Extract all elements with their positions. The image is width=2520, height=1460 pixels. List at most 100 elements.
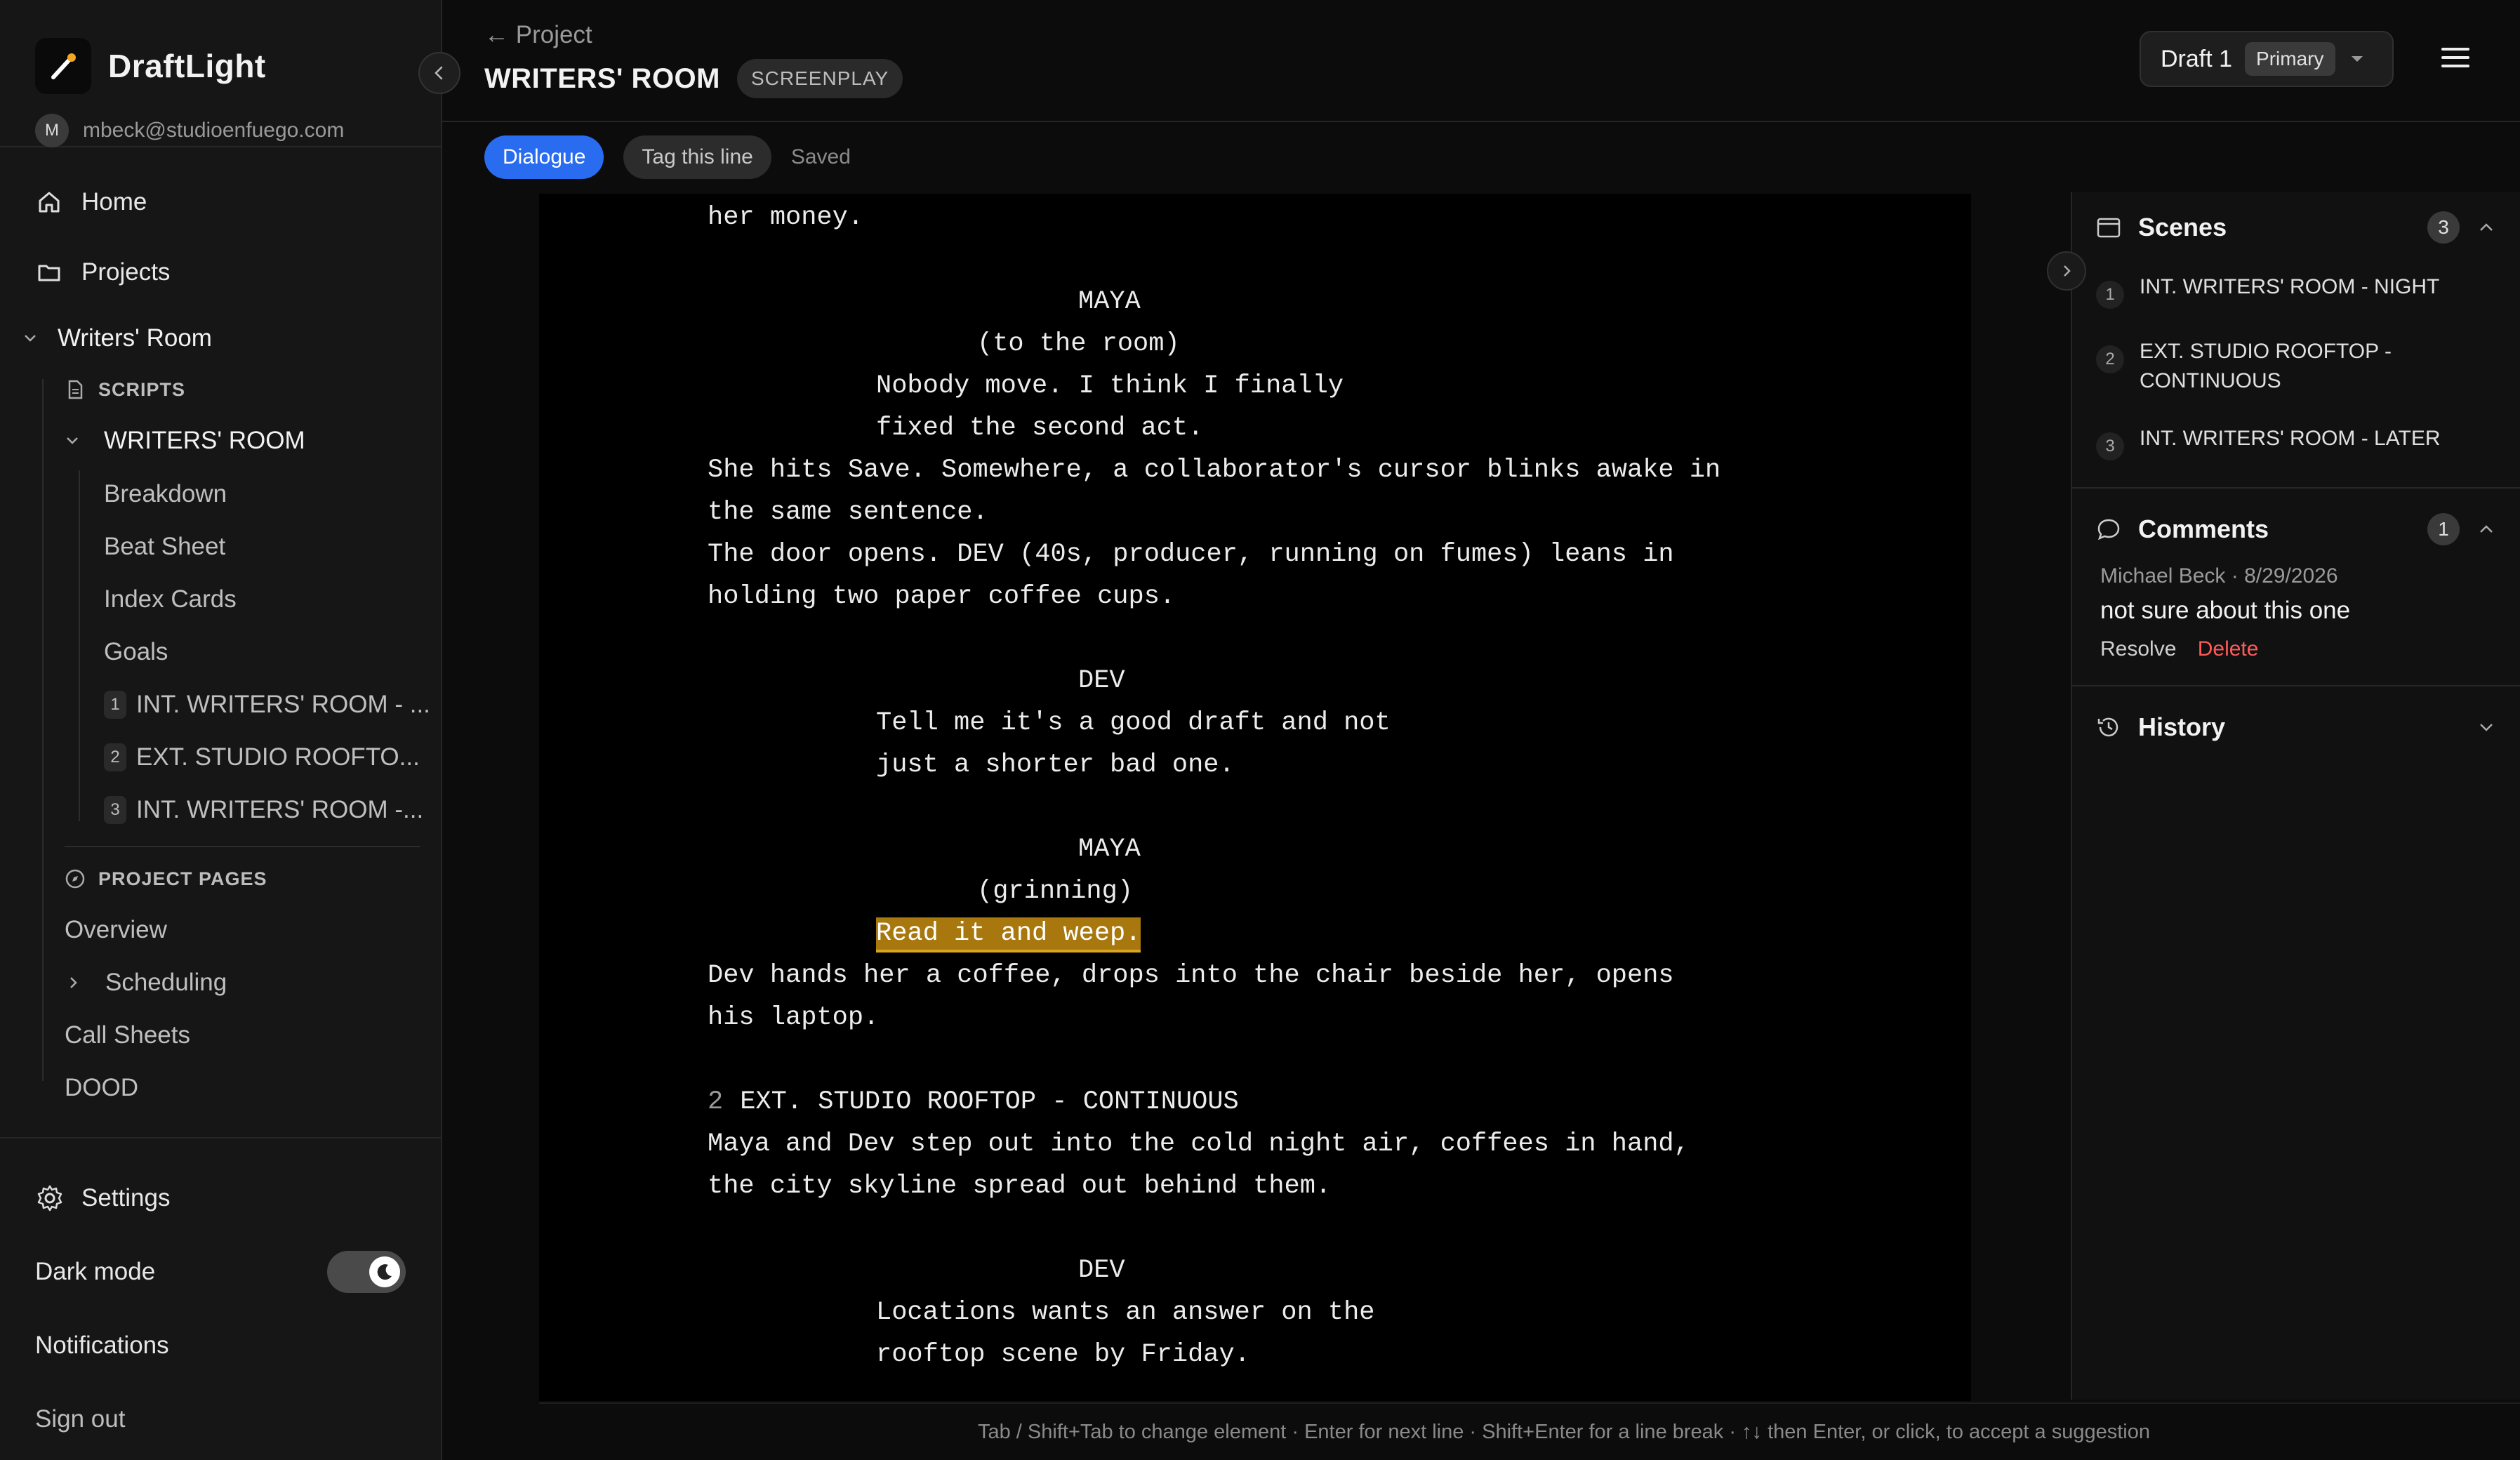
history-title: History xyxy=(2138,712,2226,741)
sidebar-item-beat-sheet[interactable]: Beat Sheet xyxy=(104,520,441,573)
sidebar-item-overview[interactable]: Overview xyxy=(65,903,441,956)
dialogue-line[interactable]: fixed the second act. xyxy=(708,407,1720,449)
settings-link[interactable]: Settings xyxy=(35,1161,406,1235)
scenes-section: Scenes 3 1 INT. WRITERS' ROOM - NIGHT 2 … xyxy=(2072,192,2520,489)
panel-scene-2[interactable]: 2 EXT. STUDIO ROOFTOP - CONTINUOUS xyxy=(2096,327,2495,406)
action-line[interactable]: The door opens. DEV (40s, producer, runn… xyxy=(708,533,1720,576)
history-header[interactable]: History xyxy=(2096,692,2495,762)
script-editor[interactable]: her money. MAYA (to the room) Nobody mov… xyxy=(539,194,1971,1401)
editor-toolbar: Dialogue Tag this line Saved xyxy=(442,122,2520,192)
sidebar-item-index-cards[interactable]: Index Cards xyxy=(104,573,441,625)
sidebar-item-scene-3[interactable]: 3 INT. WRITERS' ROOM -... xyxy=(104,783,441,836)
sidebar-item-home[interactable]: Home xyxy=(0,175,441,229)
history-section: History xyxy=(2072,692,2520,762)
dialogue-line[interactable]: rooftop scene by Friday. xyxy=(708,1334,1720,1376)
dialogue-line[interactable]: just a shorter bad one. xyxy=(708,744,1720,786)
chevron-left-icon xyxy=(435,66,443,80)
sign-out-link[interactable]: Sign out xyxy=(35,1382,406,1456)
character-line[interactable]: MAYA xyxy=(708,281,1720,323)
sidebar-item-goals[interactable]: Goals xyxy=(104,625,441,678)
app-name: DraftLight xyxy=(108,48,266,84)
sidebar-item-call-sheets[interactable]: Call Sheets xyxy=(65,1009,441,1061)
home-icon xyxy=(35,188,63,216)
scene-heading-line[interactable]: 2 EXT. STUDIO ROOFTOP - CONTINUOUS xyxy=(708,1081,1720,1123)
scene-number: 2 xyxy=(2096,345,2124,373)
dark-mode-toggle[interactable] xyxy=(327,1250,406,1293)
comment-meta: Michael Beck · 8/29/2026 xyxy=(2100,564,2338,588)
dialogue-line[interactable]: Locations wants an answer on the xyxy=(708,1292,1720,1334)
sidebar-item-scene-1[interactable]: 1 INT. WRITERS' ROOM - ... xyxy=(104,678,441,731)
delete-button[interactable]: Delete xyxy=(2198,637,2259,661)
menu-button[interactable] xyxy=(2440,44,2471,72)
dialogue-line[interactable]: Tell me it's a good draft and not xyxy=(708,702,1720,744)
dialogue-line-active[interactable]: Read it and weep. xyxy=(708,912,1720,955)
sidebar-item-projects[interactable]: Projects xyxy=(0,246,441,299)
parenthetical-line[interactable]: (to the room) xyxy=(708,323,1720,365)
action-line[interactable]: holding two paper coffee cups. xyxy=(708,576,1720,618)
sidebar-item-scheduling[interactable]: Scheduling xyxy=(65,956,441,1009)
comments-count-badge: 1 xyxy=(2427,513,2460,545)
sidebar-item-scene-2[interactable]: 2 EXT. STUDIO ROOFTO... xyxy=(104,731,441,783)
script-type-badge: SCREENPLAY xyxy=(737,59,903,98)
highlighted-text[interactable]: Read it and weep. xyxy=(876,917,1141,953)
comment-text: not sure about this one xyxy=(2100,597,2351,624)
parenthetical-line[interactable]: (grinning) xyxy=(708,870,1720,912)
character-line[interactable]: DEV xyxy=(708,660,1720,702)
element-type-button[interactable]: Dialogue xyxy=(484,135,604,179)
panel-scene-3[interactable]: 3 INT. WRITERS' ROOM - LATER xyxy=(2096,414,2495,470)
script-name: WRITERS' ROOM xyxy=(104,427,305,454)
resolve-button[interactable]: Resolve xyxy=(2100,637,2176,661)
document-icon xyxy=(68,380,83,399)
notifications-link[interactable]: Notifications xyxy=(35,1308,406,1382)
scene-number: 3 xyxy=(2096,432,2124,460)
draft-selector[interactable]: Draft 1 Primary xyxy=(2140,31,2394,87)
action-line[interactable]: She hits Save. Somewhere, a collaborator… xyxy=(708,449,1720,491)
workspace: her money. MAYA (to the room) Nobody mov… xyxy=(442,192,2520,1460)
scene-label: INT. WRITERS' ROOM - LATER xyxy=(2140,427,2441,450)
action-line[interactable]: Dev hands her a coffee, drops into the c… xyxy=(708,955,1720,997)
scene-label: INT. WRITERS' ROOM - ... xyxy=(136,690,430,718)
chevron-right-icon xyxy=(70,976,77,988)
tag-line-button[interactable]: Tag this line xyxy=(623,135,771,179)
comments-title: Comments xyxy=(2138,515,2269,543)
caret-down-icon xyxy=(2351,56,2363,62)
right-panel: Scenes 3 1 INT. WRITERS' ROOM - NIGHT 2 … xyxy=(2047,192,2520,1400)
sidebar-item-breakdown[interactable]: Breakdown xyxy=(104,467,441,520)
action-line[interactable]: the same sentence. xyxy=(708,491,1720,533)
account-row[interactable]: M mbeck@studioenfuego.com xyxy=(35,114,406,147)
sidebar-item-dood[interactable]: DOOD xyxy=(65,1061,441,1114)
avatar: M xyxy=(35,114,69,147)
folder-icon xyxy=(35,258,63,286)
comments-header[interactable]: Comments 1 xyxy=(2096,494,2495,564)
character-line[interactable]: DEV xyxy=(708,1249,1720,1292)
primary-badge: Primary xyxy=(2245,42,2335,76)
scene-number: 3 xyxy=(104,795,126,824)
back-to-project-link[interactable]: ← Project xyxy=(484,21,592,49)
sidebar-item-writers-room[interactable]: Writers' Room xyxy=(0,312,441,365)
action-line[interactable]: the city skyline spread out behind them. xyxy=(708,1165,1720,1207)
scenes-header[interactable]: Scenes 3 xyxy=(2096,192,2495,263)
moon-icon xyxy=(369,1256,400,1287)
action-line[interactable]: Maya and Dev step out into the cold nigh… xyxy=(708,1123,1720,1165)
character-line[interactable]: MAYA xyxy=(708,828,1720,870)
sidebar-item-label: Projects xyxy=(81,258,171,286)
action-line[interactable]: his laptop. xyxy=(708,997,1720,1039)
scenes-title: Scenes xyxy=(2138,213,2227,241)
dialogue-line[interactable]: Nobody move. I think I finally xyxy=(708,365,1720,407)
collapse-sidebar-button[interactable] xyxy=(418,52,460,94)
action-line[interactable]: her money. xyxy=(708,197,1720,239)
app-logo-icon xyxy=(35,38,91,94)
dark-mode-row: Dark mode xyxy=(35,1235,406,1308)
tree-guide-line xyxy=(79,470,80,821)
panel-scene-1[interactable]: 1 INT. WRITERS' ROOM - NIGHT xyxy=(2096,263,2495,319)
sidebar-item-script[interactable]: WRITERS' ROOM xyxy=(65,414,441,467)
notifications-label: Notifications xyxy=(35,1331,169,1359)
scene-number: 2 xyxy=(104,743,126,771)
collapse-panel-button[interactable] xyxy=(2047,251,2086,291)
chevron-down-icon xyxy=(25,335,36,342)
